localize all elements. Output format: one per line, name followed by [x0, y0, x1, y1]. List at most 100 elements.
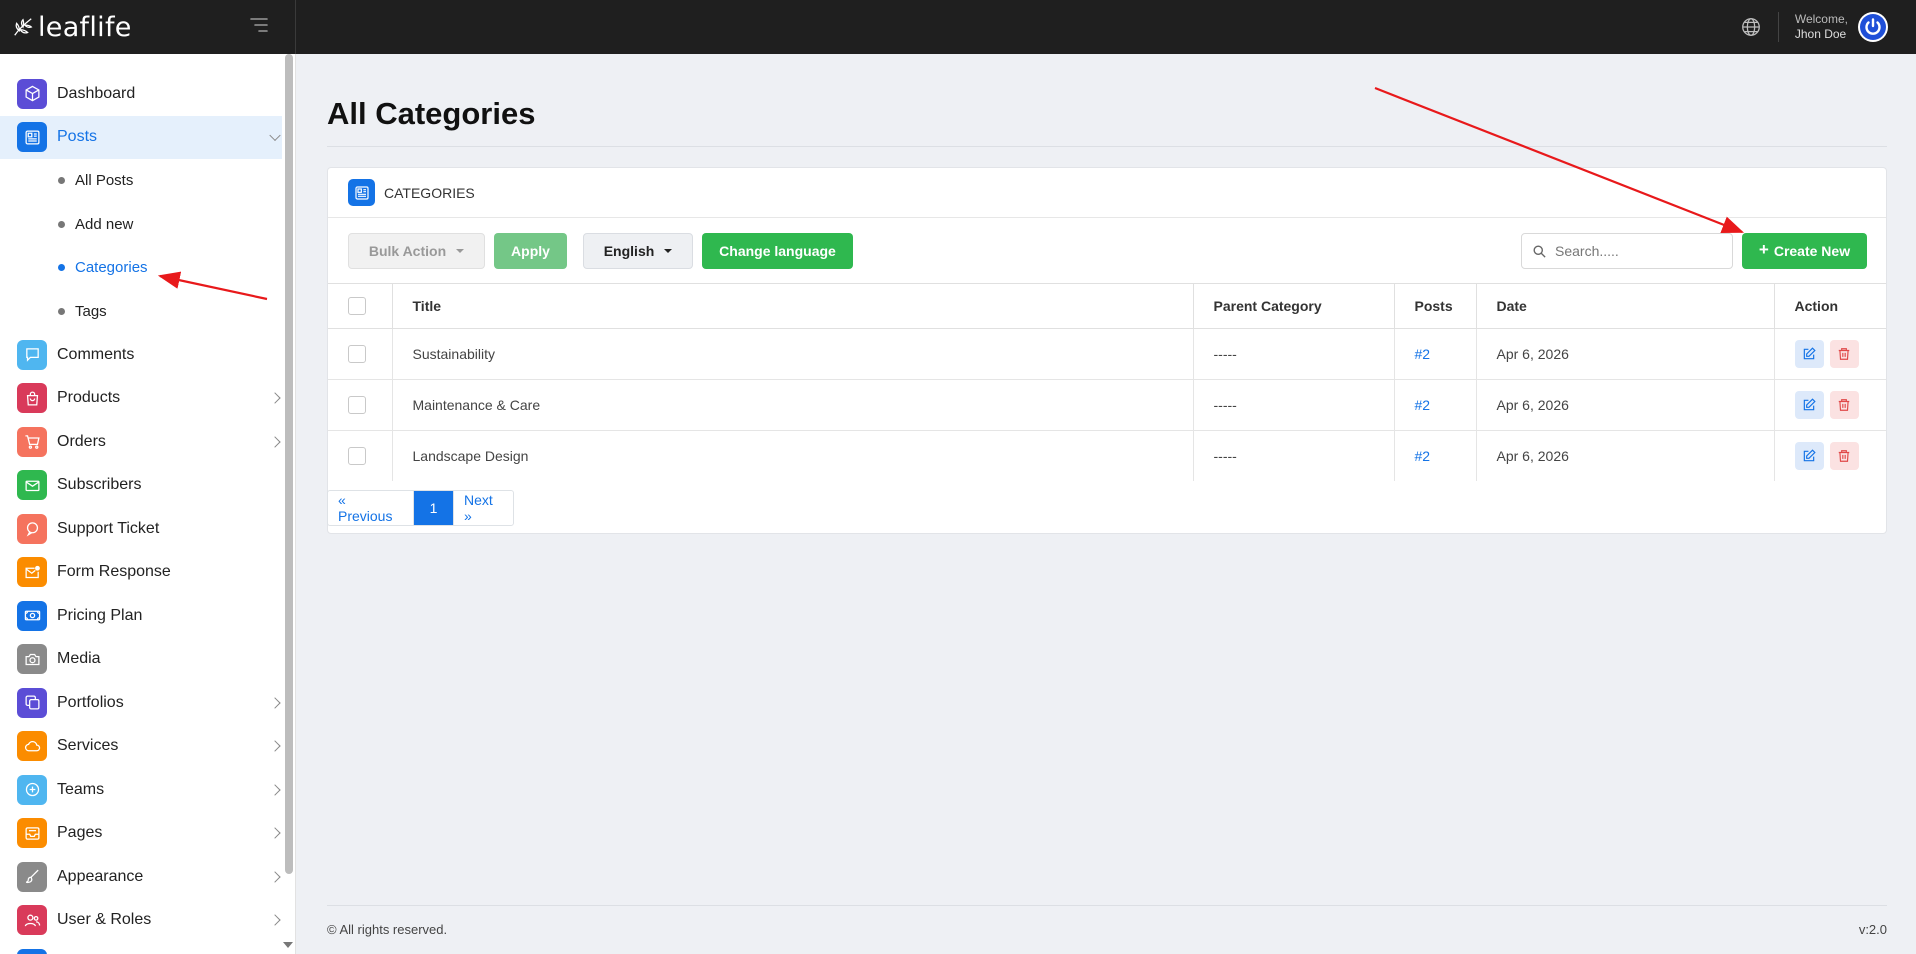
sidebar-item-pricing-plan[interactable]: Pricing Plan	[0, 594, 282, 638]
sidebar-item-label: Posts	[57, 128, 98, 146]
select-all-checkbox[interactable]	[348, 296, 366, 315]
sidebar-subitem-all-posts[interactable]: All Posts	[0, 159, 282, 203]
categories-card: CATEGORIES Bulk Action Apply English Cha…	[327, 167, 1887, 534]
sidebar-item-label: Appearance	[57, 867, 144, 885]
globe-icon[interactable]	[1740, 16, 1762, 38]
sidebar-item-teams[interactable]: Teams	[0, 768, 282, 812]
brand-logo[interactable]: leaflife	[12, 12, 132, 43]
categories-table: Title Parent Category Posts Date Action …	[328, 284, 1886, 481]
chevron-right-icon	[269, 436, 281, 448]
posts-count-link[interactable]: #2	[1415, 397, 1431, 413]
edit-button[interactable]	[1794, 390, 1824, 419]
sidebar-item-label: Comments	[57, 345, 135, 363]
column-header-parent-category[interactable]: Parent Category	[1193, 284, 1395, 329]
sidebar-item-label: Products	[57, 389, 121, 407]
chevron-right-icon	[269, 871, 281, 883]
next-page-link[interactable]: Next »	[453, 491, 513, 525]
search-icon	[1533, 245, 1546, 258]
create-new-label: Create New	[1773, 243, 1851, 259]
delete-button[interactable]	[1829, 390, 1859, 419]
sidebar-item-comments[interactable]: Comments	[0, 333, 282, 377]
category-title: Landscape Design	[392, 430, 1194, 481]
power-button[interactable]	[1858, 12, 1888, 42]
settings-icon	[17, 948, 47, 954]
sidebar-subitem-tags[interactable]: Tags	[0, 290, 282, 334]
leaf-icon	[14, 18, 33, 36]
sidebar-item-label: Orders	[57, 432, 106, 450]
sidebar-item-appearance[interactable]: Appearance	[0, 855, 282, 899]
sidebar-item-form-response[interactable]: Form Response	[0, 551, 282, 595]
delete-button[interactable]	[1829, 441, 1859, 470]
action-cell	[1774, 430, 1886, 481]
table-row: Landscape Design ----- #2 Apr 6, 2026	[328, 430, 1886, 481]
select-all-cell	[328, 284, 393, 329]
posts-cell: #2	[1394, 328, 1477, 380]
row-checkbox[interactable]	[348, 344, 366, 363]
language-label: English	[603, 243, 655, 259]
sidebar-item-label: Media	[57, 650, 101, 668]
sidebar-subitem-categories[interactable]: Categories	[0, 246, 282, 290]
footer-divider	[327, 905, 1887, 906]
main-content: All Categories CATEGORIES Bulk Action Ap…	[297, 54, 1916, 954]
sidebar-item-pages[interactable]: Pages	[0, 812, 282, 856]
row-checkbox[interactable]	[348, 395, 366, 414]
chevron-right-icon	[269, 697, 281, 709]
delete-button[interactable]	[1829, 339, 1859, 368]
support-chat-icon	[17, 513, 47, 544]
edit-icon	[1803, 449, 1816, 461]
hamburger-menu-icon[interactable]	[248, 14, 270, 36]
search-input[interactable]	[1555, 243, 1715, 259]
plus-icon: +	[1758, 240, 1769, 259]
sidebar-item-dashboard[interactable]: Dashboard	[0, 72, 282, 116]
sidebar-item-posts[interactable]: Posts	[0, 115, 282, 159]
bulk-action-dropdown[interactable]: Bulk Action	[348, 233, 485, 269]
posts-cell: #2	[1394, 430, 1477, 481]
column-header-date[interactable]: Date	[1476, 284, 1775, 329]
sidebar-scrollbar[interactable]	[285, 54, 293, 874]
chevron-right-icon	[269, 392, 281, 404]
caret-down-icon	[456, 249, 465, 253]
row-select-cell	[328, 379, 393, 431]
apply-button[interactable]: Apply	[494, 233, 567, 269]
sidebar-subitem-label: Categories	[75, 259, 148, 277]
row-checkbox[interactable]	[348, 446, 366, 465]
create-new-button[interactable]: + Create New	[1742, 233, 1867, 269]
sidebar-item-user-roles[interactable]: User & Roles	[0, 899, 282, 943]
change-language-button[interactable]: Change language	[702, 233, 853, 269]
cloud-icon	[17, 731, 47, 762]
chevron-right-icon	[269, 740, 281, 752]
sidebar-item-services[interactable]: Services	[0, 725, 282, 769]
sidebar-item-subscribers[interactable]: Subscribers	[0, 464, 282, 508]
trash-icon	[1838, 398, 1850, 411]
sidebar-item-portfolios[interactable]: Portfolios	[0, 681, 282, 725]
edit-button[interactable]	[1794, 441, 1824, 470]
previous-page-link[interactable]: « Previous	[328, 491, 414, 525]
sidebar-item-orders[interactable]: Orders	[0, 420, 282, 464]
user-welcome: Welcome, Jhon Doe	[1795, 12, 1848, 42]
sidebar-item-label: User & Roles	[57, 911, 152, 929]
sidebar-item-label: Teams	[57, 780, 105, 798]
parent-category: -----	[1193, 430, 1395, 481]
column-header-posts[interactable]: Posts	[1394, 284, 1477, 329]
sidebar-subitem-add-new[interactable]: Add new	[0, 203, 282, 247]
column-header-title[interactable]: Title	[392, 284, 1194, 329]
brand-name: leaflife	[38, 11, 132, 43]
sidebar-item-label: Form Response	[57, 563, 171, 581]
scroll-down-arrow-icon[interactable]	[283, 942, 293, 948]
sidebar-item-products[interactable]: Products	[0, 377, 282, 421]
bullet-dot	[58, 220, 65, 228]
posts-count-link[interactable]: #2	[1415, 346, 1431, 362]
action-cell	[1774, 328, 1886, 380]
money-icon	[17, 600, 47, 631]
version-text: v:2.0	[1858, 922, 1887, 937]
copy-icon	[17, 687, 47, 718]
posts-count-link[interactable]: #2	[1415, 448, 1431, 464]
sidebar-item-media[interactable]: Media	[0, 638, 282, 682]
bullet-dot	[58, 307, 65, 315]
language-dropdown[interactable]: English	[583, 233, 693, 269]
sidebar-item-partial[interactable]	[0, 942, 282, 954]
sidebar-item-support-ticket[interactable]: Support Ticket	[0, 507, 282, 551]
current-page[interactable]: 1	[414, 491, 453, 525]
edit-button[interactable]	[1794, 339, 1824, 368]
envelope-icon	[17, 470, 47, 501]
